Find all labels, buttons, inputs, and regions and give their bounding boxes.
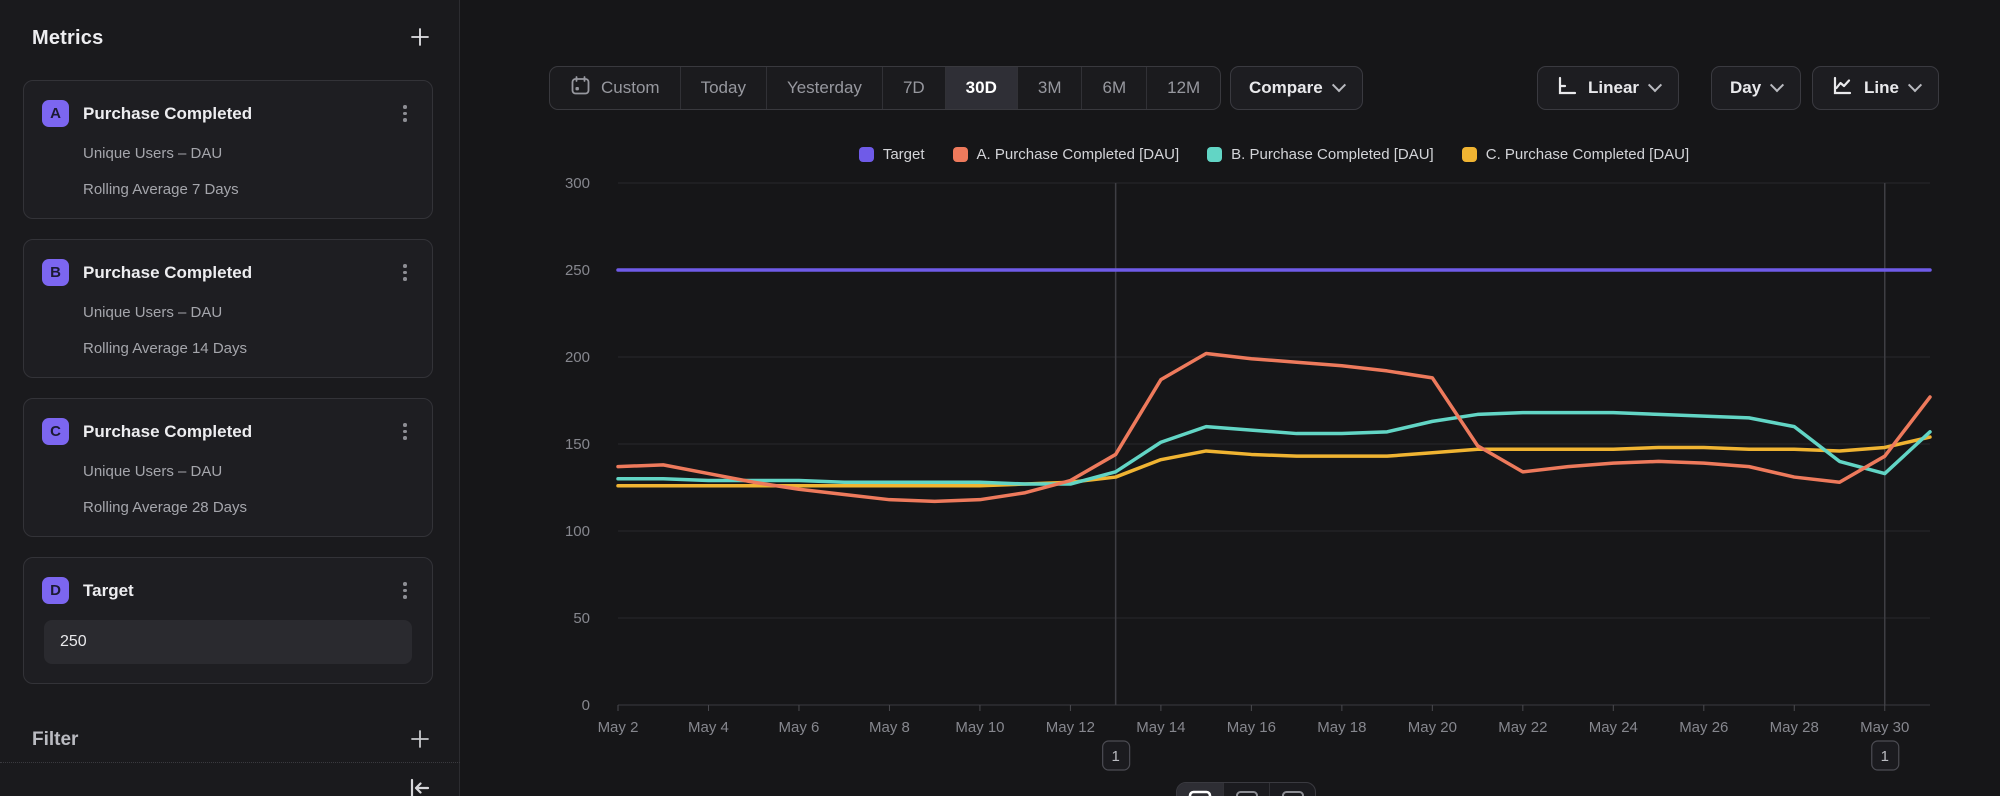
x-axis-tick-label: May 4: [688, 719, 729, 736]
y-axis-tick-label: 200: [565, 349, 590, 366]
y-axis-tick-label: 150: [565, 436, 590, 453]
metrics-section-title: Metrics: [32, 27, 103, 50]
x-axis-tick-label: May 12: [1046, 719, 1095, 736]
metric-title: Purchase Completed: [83, 104, 396, 124]
annotation-badge[interactable]: 1: [1872, 741, 1899, 770]
series-line-a: [618, 354, 1930, 502]
x-axis-tick-label: May 26: [1679, 719, 1728, 736]
table-view-button[interactable]: [1223, 783, 1269, 796]
metric-view-button[interactable]: [1269, 783, 1315, 796]
series-letter-badge: A: [42, 100, 69, 127]
view-switcher: [1176, 782, 1316, 796]
metric-rolling-average: Rolling Average 7 Days: [83, 180, 414, 199]
metric-card-header: D Target: [42, 577, 414, 604]
x-axis-tick-label: May 14: [1136, 719, 1185, 736]
metric-measurement: Unique Users – DAU: [83, 144, 414, 163]
x-axis-tick-label: May 10: [955, 719, 1004, 736]
report-canvas: CustomTodayYesterday7D30D3M6M12M Compare…: [460, 0, 2000, 796]
kebab-menu-icon[interactable]: [396, 582, 414, 599]
kebab-menu-icon[interactable]: [396, 105, 414, 122]
x-axis-tick-label: May 20: [1408, 719, 1457, 736]
filter-row: Filter: [32, 724, 431, 756]
sidebar: Metrics A Purchase Completed Unique Users …: [0, 0, 460, 796]
table-view-icon: [1235, 790, 1259, 796]
kebab-menu-icon[interactable]: [396, 423, 414, 440]
y-axis-tick-label: 0: [582, 697, 590, 714]
annotation-badge-label: 1: [1881, 748, 1889, 765]
metric-card-list: A Purchase Completed Unique Users – DAU Rol…: [23, 80, 433, 684]
series-letter-badge: D: [42, 577, 69, 604]
target-value-input[interactable]: 250: [44, 620, 412, 664]
x-axis-tick-label: May 16: [1227, 719, 1276, 736]
sidebar-footer-divider: [0, 762, 460, 763]
metric-measurement: Unique Users – DAU: [83, 303, 414, 322]
x-axis-tick-label: May 2: [598, 719, 639, 736]
metric-title: Purchase Completed: [83, 263, 396, 283]
metric-rolling-average: Rolling Average 28 Days: [83, 498, 414, 517]
series-letter-badge: B: [42, 259, 69, 286]
x-axis-tick-label: May 24: [1589, 719, 1638, 736]
chart-view-icon: [1188, 790, 1212, 796]
collapse-left-icon: [407, 777, 433, 796]
metric-card-a[interactable]: A Purchase Completed Unique Users – DAU Rol…: [23, 80, 433, 219]
metric-card-d[interactable]: D Target 250: [23, 557, 433, 684]
plus-icon: [409, 728, 431, 753]
x-axis-tick-label: May 8: [869, 719, 910, 736]
plus-icon: [409, 26, 431, 51]
collapse-sidebar-button[interactable]: [407, 777, 433, 796]
sidebar-header: Metrics: [32, 20, 431, 56]
annotation-badge[interactable]: 1: [1103, 741, 1130, 770]
metric-title: Purchase Completed: [83, 422, 396, 442]
y-axis-tick-label: 50: [573, 610, 590, 627]
add-metric-button[interactable]: [409, 26, 431, 51]
x-axis-tick-label: May 28: [1770, 719, 1819, 736]
x-axis-tick-label: May 30: [1860, 719, 1909, 736]
annotation-badge-label: 1: [1111, 748, 1119, 765]
chart-view-button[interactable]: [1177, 783, 1223, 796]
add-filter-button[interactable]: [409, 728, 431, 753]
metric-measurement: Unique Users – DAU: [83, 462, 414, 481]
y-axis-tick-label: 100: [565, 523, 590, 540]
y-axis-tick-label: 300: [565, 175, 590, 192]
x-axis-tick-label: May 6: [779, 719, 820, 736]
metric-view-icon: [1281, 790, 1305, 796]
x-axis-tick-label: May 22: [1498, 719, 1547, 736]
y-axis-tick-label: 250: [565, 262, 590, 279]
kebab-menu-icon[interactable]: [396, 264, 414, 281]
metric-card-header: A Purchase Completed: [42, 100, 414, 127]
line-chart[interactable]: 0 50 100 150 200 250 300 May 2 May 4 May 6 May 8 Ma…: [460, 0, 2000, 796]
metrics-report-app: Metrics A Purchase Completed Unique Users …: [0, 0, 2000, 796]
x-axis-tick-label: May 18: [1317, 719, 1366, 736]
metric-card-b[interactable]: B Purchase Completed Unique Users – DAU Rol…: [23, 239, 433, 378]
metric-card-header: B Purchase Completed: [42, 259, 414, 286]
filter-section-title: Filter: [32, 729, 78, 751]
metric-rolling-average: Rolling Average 14 Days: [83, 339, 414, 358]
metric-card-header: C Purchase Completed: [42, 418, 414, 445]
metric-card-c[interactable]: C Purchase Completed Unique Users – DAU Rol…: [23, 398, 433, 537]
metric-title: Target: [83, 581, 396, 601]
series-letter-badge: C: [42, 418, 69, 445]
